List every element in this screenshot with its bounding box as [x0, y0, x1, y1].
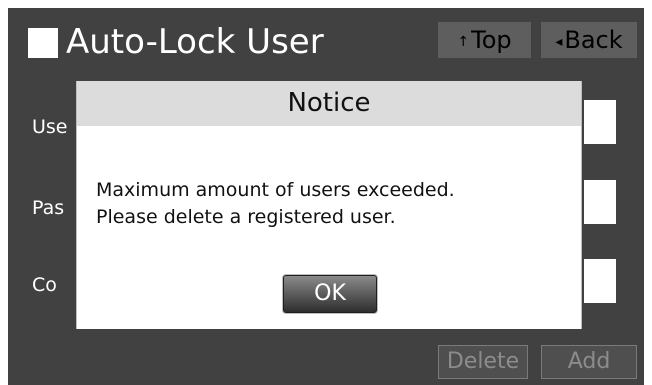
- user-field-input[interactable]: [584, 100, 616, 144]
- top-button[interactable]: ↑Top: [438, 22, 531, 58]
- confirm-field-input[interactable]: [584, 259, 616, 303]
- password-field-input[interactable]: [584, 180, 616, 224]
- notice-dialog: Notice Maximum amount of users exceeded.…: [76, 81, 582, 329]
- user-field-label: Use: [32, 116, 68, 138]
- dialog-message-line: Please delete a registered user.: [96, 206, 396, 228]
- dialog-title: Notice: [77, 81, 581, 126]
- left-triangle-icon: ◂: [555, 34, 563, 50]
- dialog-message: Maximum amount of users exceeded. Please…: [96, 177, 455, 231]
- up-arrow-icon: ↑: [457, 34, 470, 50]
- password-field-label: Pas: [32, 197, 65, 219]
- screen: Auto-Lock User ↑Top ◂Back Use Pas Co Del…: [8, 8, 644, 385]
- dialog-message-line: Maximum amount of users exceeded.: [96, 179, 455, 201]
- back-button[interactable]: ◂Back: [541, 22, 637, 58]
- top-button-label: Top: [471, 26, 512, 54]
- add-button[interactable]: Add: [541, 345, 637, 379]
- page-title: Auto-Lock User: [66, 22, 324, 62]
- back-button-label: Back: [564, 26, 623, 54]
- confirm-field-label: Co: [32, 274, 57, 296]
- white-square-icon: [28, 28, 58, 58]
- delete-button[interactable]: Delete: [438, 345, 528, 379]
- ok-button[interactable]: OK: [283, 275, 377, 313]
